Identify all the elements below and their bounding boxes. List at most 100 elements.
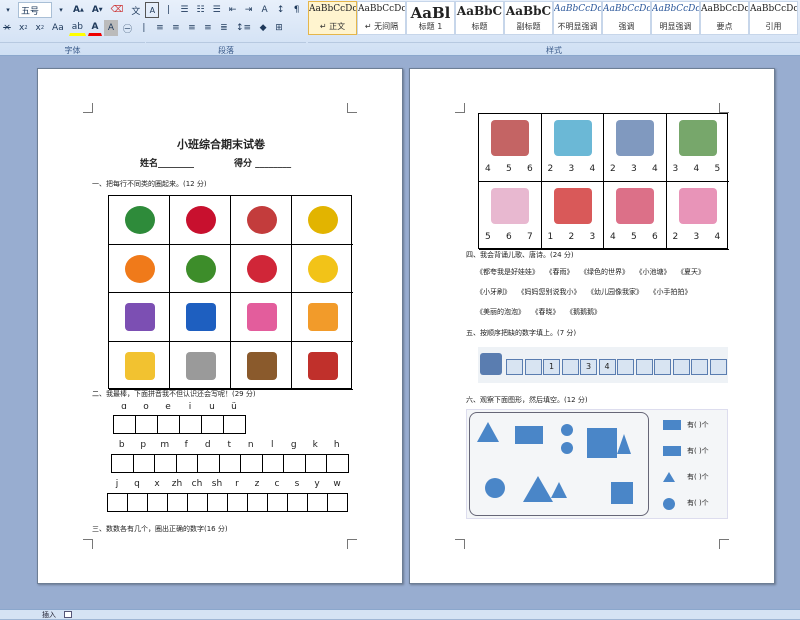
write-box[interactable] [227,493,248,512]
count-choice[interactable]: 6 [652,232,658,242]
count-choice[interactable]: 2 [569,232,575,242]
count-choice[interactable]: 2 [673,232,679,242]
count-choice[interactable]: 5 [506,164,512,174]
count-choice[interactable]: 3 [590,232,596,242]
count-choice[interactable]: 3 [569,164,575,174]
page-1[interactable]: 小班综合期末试卷 姓名________ 得分 ________ 一、把每行不同类… [37,68,403,584]
strikethrough-icon[interactable]: × [0,20,14,36]
align-center-icon[interactable]: ≡ [169,20,183,36]
count-choice[interactable]: 6 [506,232,512,242]
sort-icon[interactable]: ↕ [274,2,288,18]
style-item[interactable]: AaBbCcDc 引用 [749,1,798,35]
write-box[interactable] [113,415,136,434]
style-item[interactable]: AaBbC 标题 [455,1,504,35]
write-box[interactable] [111,454,134,473]
count-choice[interactable]: 3 [694,232,700,242]
line-spacing-icon[interactable]: ↕≡ [233,20,254,36]
count-choice[interactable]: 3 [673,164,679,174]
train-car[interactable] [617,359,634,375]
write-box[interactable] [107,493,128,512]
write-box[interactable] [287,493,308,512]
write-box[interactable] [283,454,306,473]
shrink-font-icon[interactable]: A ▼ [89,2,106,18]
justify-icon[interactable]: ≡ [201,20,215,36]
write-box[interactable] [167,493,188,512]
count-choice[interactable]: 4 [610,232,616,242]
clear-format-icon[interactable]: ⌫ [108,2,127,18]
count-choice[interactable]: 6 [527,164,533,174]
distributed-icon[interactable]: ≣ [217,20,231,36]
count-choice[interactable]: 4 [590,164,596,174]
highlight-icon[interactable]: ab [68,20,86,36]
multilevel-icon[interactable]: ☰ [210,2,224,18]
shape-count-blank[interactable]: 有( )个 [687,498,709,508]
write-box[interactable] [218,454,241,473]
subscript-icon[interactable]: x2 [16,20,31,36]
count-choice[interactable]: 5 [631,232,637,242]
write-box[interactable] [147,493,168,512]
train-car[interactable] [506,359,523,375]
shape-count-blank[interactable]: 有( )个 [687,420,709,430]
write-box[interactable] [154,454,177,473]
shape-count-blank[interactable]: 有( )个 [687,446,709,456]
count-choice[interactable]: 4 [715,232,721,242]
char-shading-icon[interactable]: A [103,20,118,36]
chinese-layout-icon[interactable]: A [258,2,272,18]
page-2[interactable]: 456234234345567123456234 四、我会背诵儿歌、唐诗。(24… [409,68,775,584]
change-case-icon[interactable]: Aa [49,20,67,36]
align-right-icon[interactable]: ≡ [185,20,199,36]
write-box[interactable] [175,454,198,473]
grow-font-icon[interactable]: A ▲ [70,2,87,18]
numbering-icon[interactable]: ☷ [193,2,207,18]
write-box[interactable] [240,454,263,473]
write-box[interactable] [207,493,228,512]
train-car[interactable] [691,359,708,375]
count-choice[interactable]: 7 [527,232,533,242]
borders-icon[interactable]: ⊞ [272,20,286,36]
consonant-write-boxes-1[interactable] [111,454,349,473]
train-car[interactable] [654,359,671,375]
consonant-write-boxes-2[interactable] [107,493,348,512]
count-choice[interactable]: 2 [610,164,616,174]
train-car[interactable] [524,359,542,375]
superscript-icon[interactable]: x2 [33,20,48,36]
write-box[interactable] [326,454,349,473]
count-choice[interactable]: 1 [548,232,554,242]
count-choice[interactable]: 3 [631,164,637,174]
font-color-icon[interactable]: A [87,20,102,36]
write-box[interactable] [261,454,284,473]
train-car[interactable] [709,359,727,375]
vowel-write-boxes[interactable] [113,415,246,434]
macro-icon[interactable] [64,611,72,618]
count-choice[interactable]: 5 [485,232,491,242]
write-box[interactable] [132,454,155,473]
write-box[interactable] [327,493,348,512]
count-choice[interactable]: 5 [715,164,721,174]
font-size-arrow-icon[interactable]: ▾ [54,2,68,18]
count-choice[interactable]: 4 [485,164,491,174]
style-item[interactable]: AaBbC 副标题 [504,1,553,35]
shape-count-blank[interactable]: 有( )个 [687,472,709,482]
enclose-char-icon[interactable]: ㊀ [120,20,135,36]
style-item[interactable]: AaBl 标题 1 [406,1,455,35]
style-item[interactable]: AaBbCcDc ↵ 无间隔 [357,1,406,35]
style-item[interactable]: AaBbCcDc 不明显强调 [553,1,602,35]
status-mode[interactable]: 插入 [42,610,56,620]
write-box[interactable] [157,415,180,434]
train-car[interactable] [561,359,579,375]
train-car[interactable]: 1 [543,359,560,375]
style-item[interactable]: AaBbCcDc 明显强调 [651,1,700,35]
write-box[interactable] [247,493,268,512]
write-box[interactable] [127,493,148,512]
train-car[interactable]: 3 [580,359,597,375]
decrease-indent-icon[interactable]: ⇤ [226,2,240,18]
write-box[interactable] [179,415,202,434]
count-choice[interactable]: 4 [694,164,700,174]
char-border-icon[interactable]: A [145,2,160,18]
train-car[interactable] [635,359,653,375]
write-box[interactable] [197,454,220,473]
write-box[interactable] [307,493,328,512]
style-item[interactable]: AaBbCcDc 要点 [700,1,749,35]
write-box[interactable] [135,415,158,434]
write-box[interactable] [223,415,246,434]
